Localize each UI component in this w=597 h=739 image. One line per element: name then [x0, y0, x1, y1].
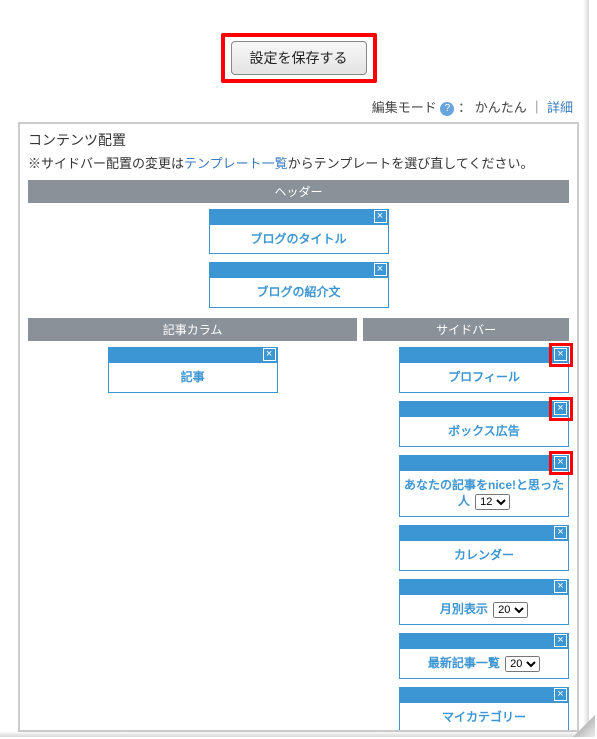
widget-sidebar_widgets-5[interactable]: × 最新記事一覧 20 — [399, 633, 569, 679]
widget-label: ブログのタイトル — [250, 232, 346, 246]
section-sidebar: サイドバー — [363, 318, 569, 341]
widget-topbar: × — [399, 579, 569, 595]
widget-sidebar_widgets-0[interactable]: × プロフィール — [399, 347, 569, 393]
widget-count-select[interactable]: 20 — [493, 602, 528, 618]
widget-count-select[interactable]: 20 — [505, 656, 540, 672]
widget-count-select[interactable]: 12 — [475, 494, 510, 510]
widget-sidebar_widgets-3[interactable]: × カレンダー — [399, 525, 569, 571]
edit-mode-row: 編集モード ? ： かんたん ｜ 詳細 — [18, 93, 579, 122]
close-icon[interactable]: × — [554, 634, 567, 647]
close-icon[interactable]: × — [554, 526, 567, 539]
widget-topbar: × — [108, 347, 278, 363]
widget-label: プロフィール — [448, 370, 520, 384]
close-icon[interactable]: × — [554, 456, 567, 469]
widget-topbar: × — [399, 401, 569, 417]
save-highlight: 設定を保存する — [221, 33, 377, 83]
mode-sep: ｜ — [530, 100, 543, 115]
sidebar-widget-area: × プロフィール × ボックス広告 × あなたの記事をnice!と思った人 12 × カレンダ… — [363, 347, 569, 732]
widget-label: ブログの紹介文 — [256, 285, 340, 299]
mode-detail-link[interactable]: 詳細 — [547, 100, 573, 115]
widget-body: 月別表示 20 — [399, 595, 569, 625]
mode-label: 編集モード — [372, 100, 437, 115]
widget-body: カレンダー — [399, 541, 569, 571]
template-list-link[interactable]: テンプレート一覧 — [184, 156, 288, 171]
widget-article_widgets-0[interactable]: × 記事 — [108, 347, 278, 393]
widget-sidebar_widgets-2[interactable]: × あなたの記事をnice!と思った人 12 — [399, 455, 569, 518]
widget-topbar: × — [399, 687, 569, 703]
panel-title: コンテンツ配置 — [28, 130, 569, 150]
widget-header_widgets-1[interactable]: × ブログの紹介文 — [209, 262, 389, 308]
close-icon[interactable]: × — [554, 348, 567, 361]
widget-topbar: × — [399, 525, 569, 541]
mode-easy: かんたん — [475, 100, 527, 115]
widget-body: ブログの紹介文 — [209, 278, 389, 308]
widget-topbar: × — [209, 262, 389, 278]
article-widget-area: × 記事 — [28, 347, 357, 393]
widget-body: ボックス広告 — [399, 417, 569, 447]
close-icon[interactable]: × — [554, 688, 567, 701]
widget-label: カレンダー — [454, 548, 514, 562]
widget-body: プロフィール — [399, 363, 569, 393]
widget-body: ブログのタイトル — [209, 225, 389, 255]
mode-colon: ： — [458, 100, 471, 115]
widget-label: 記事 — [181, 370, 205, 384]
widget-header_widgets-0[interactable]: × ブログのタイトル — [209, 209, 389, 255]
note-after: からテンプレートを選び直してください。 — [288, 156, 534, 171]
content-layout-panel: コンテンツ配置 ※サイドバー配置の変更はテンプレート一覧からテンプレートを選び直… — [18, 122, 579, 732]
widget-label: 月別表示 — [440, 602, 488, 616]
save-button[interactable]: 設定を保存する — [231, 41, 367, 75]
help-icon[interactable]: ? — [440, 102, 454, 116]
close-icon[interactable]: × — [263, 348, 276, 361]
widget-topbar: × — [399, 633, 569, 649]
header-widget-area: × ブログのタイトル × ブログの紹介文 — [28, 209, 569, 309]
section-header: ヘッダー — [28, 180, 569, 203]
section-article: 記事カラム — [28, 318, 357, 341]
widget-sidebar_widgets-4[interactable]: × 月別表示 20 — [399, 579, 569, 625]
widget-body: マイカテゴリー — [399, 703, 569, 732]
widget-label: ボックス広告 — [448, 424, 520, 438]
page-shadow — [583, 0, 589, 731]
widget-body: 記事 — [108, 363, 278, 393]
widget-label: マイカテゴリー — [442, 710, 526, 724]
widget-label: 最新記事一覧 — [428, 656, 500, 670]
widget-topbar: × — [399, 455, 569, 471]
close-icon[interactable]: × — [374, 263, 387, 276]
close-icon[interactable]: × — [374, 210, 387, 223]
page-shadow — [0, 731, 589, 737]
close-icon[interactable]: × — [554, 402, 567, 415]
widget-sidebar_widgets-1[interactable]: × ボックス広告 — [399, 401, 569, 447]
note-before: ※サイドバー配置の変更は — [28, 156, 184, 171]
widget-body: 最新記事一覧 20 — [399, 649, 569, 679]
close-icon[interactable]: × — [554, 580, 567, 593]
panel-note: ※サイドバー配置の変更はテンプレート一覧からテンプレートを選び直してください。 — [28, 154, 569, 174]
widget-body: あなたの記事をnice!と思った人 12 — [399, 471, 569, 518]
widget-topbar: × — [209, 209, 389, 225]
widget-topbar: × — [399, 347, 569, 363]
widget-sidebar_widgets-6[interactable]: × マイカテゴリー — [399, 687, 569, 732]
